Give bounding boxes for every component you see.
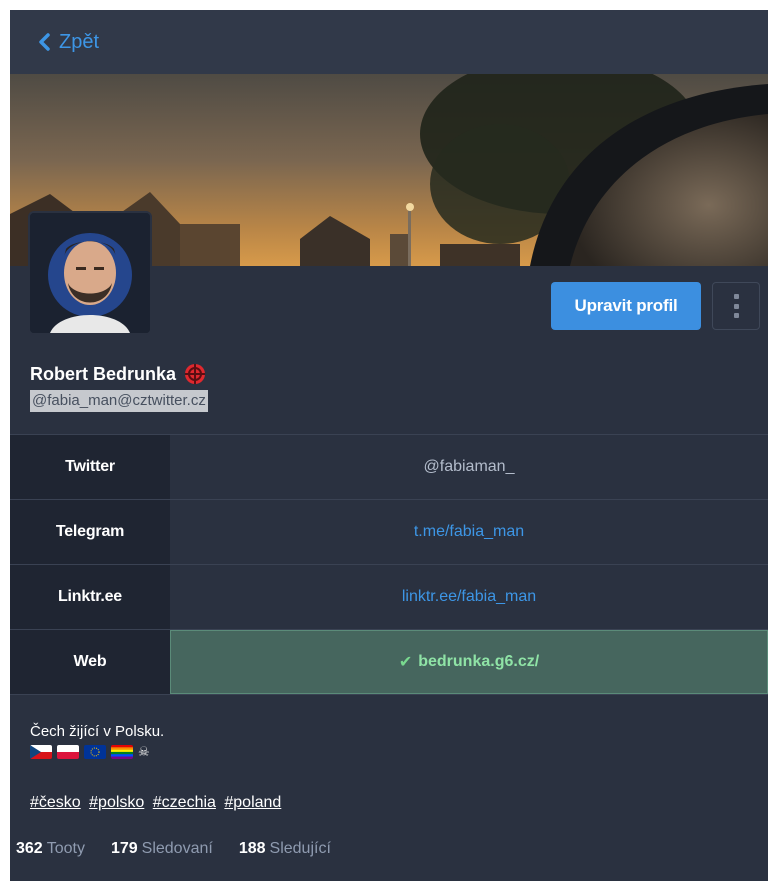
czech-flag-icon (30, 745, 52, 759)
hashtag-link[interactable]: #czechia (153, 794, 216, 811)
name-block: Robert Bedrunka @fabia_man@cztwitter.cz (10, 362, 768, 434)
account-handle: @fabia_man@cztwitter.cz (30, 390, 208, 412)
hashtags: #česko #polsko #czechia #poland (30, 794, 768, 812)
field-link[interactable]: t.me/fabia_man (170, 500, 768, 564)
toots-count[interactable]: 362 Tooty (16, 840, 85, 858)
hashtag-link[interactable]: #polsko (89, 794, 144, 811)
field-row-web: Web ✔ bedrunka.g6.cz/ (10, 630, 768, 695)
chevron-left-icon (39, 33, 50, 51)
display-name: Robert Bedrunka (30, 362, 768, 386)
flag-emojis: ☠ (30, 744, 768, 760)
display-name-text: Robert Bedrunka (30, 363, 177, 384)
account-bar: Upravit profil (10, 266, 768, 362)
check-icon: ✔ (398, 654, 413, 671)
profile-stats: 362 Tooty 179 Sledovaní 188 Sledující (10, 840, 768, 858)
field-link[interactable]: linktr.ee/fabia_man (170, 565, 768, 629)
eu-flag-icon (84, 745, 106, 759)
hashtag-link[interactable]: #česko (30, 794, 81, 811)
field-row-twitter: Twitter @fabiaman_ (10, 435, 768, 500)
more-vertical-icon (733, 294, 739, 318)
field-name: Web (10, 630, 170, 694)
edit-profile-button[interactable]: Upravit profil (551, 282, 701, 330)
field-row-telegram: Telegram t.me/fabia_man (10, 500, 768, 565)
field-value: @fabiaman_ (423, 458, 515, 475)
back-button[interactable]: Zpět (10, 10, 768, 74)
field-name: Linktr.ee (10, 565, 170, 629)
profile-fields: Twitter @fabiaman_ Telegram t.me/fabia_m… (10, 434, 768, 695)
hashtag-link[interactable]: #poland (224, 794, 281, 811)
field-link-text: bedrunka.g6.cz/ (418, 653, 540, 670)
bio: Čech žijící v Polsku. ☠ #česko #polsko #… (10, 695, 768, 812)
skull-crossbones-icon: ☠ (138, 744, 150, 759)
profile-column: Zpět Upravit profil Robert Bedrunka @fab… (10, 10, 768, 881)
rainbow-flag-icon (111, 745, 133, 759)
following-count[interactable]: 179 Sledovaní (111, 840, 213, 858)
bio-text: Čech žijící v Polsku. (30, 723, 165, 740)
poland-flag-icon (57, 745, 79, 759)
verified-field-link[interactable]: ✔ bedrunka.g6.cz/ (170, 630, 768, 694)
followers-count[interactable]: 188 Sledující (239, 840, 331, 858)
custom-emoji-icon (185, 364, 206, 384)
field-row-linktree: Linktr.ee linktr.ee/fabia_man (10, 565, 768, 630)
back-label: Zpět (59, 30, 100, 53)
more-options-button[interactable] (712, 282, 760, 330)
field-name: Twitter (10, 435, 170, 499)
field-name: Telegram (10, 500, 170, 564)
